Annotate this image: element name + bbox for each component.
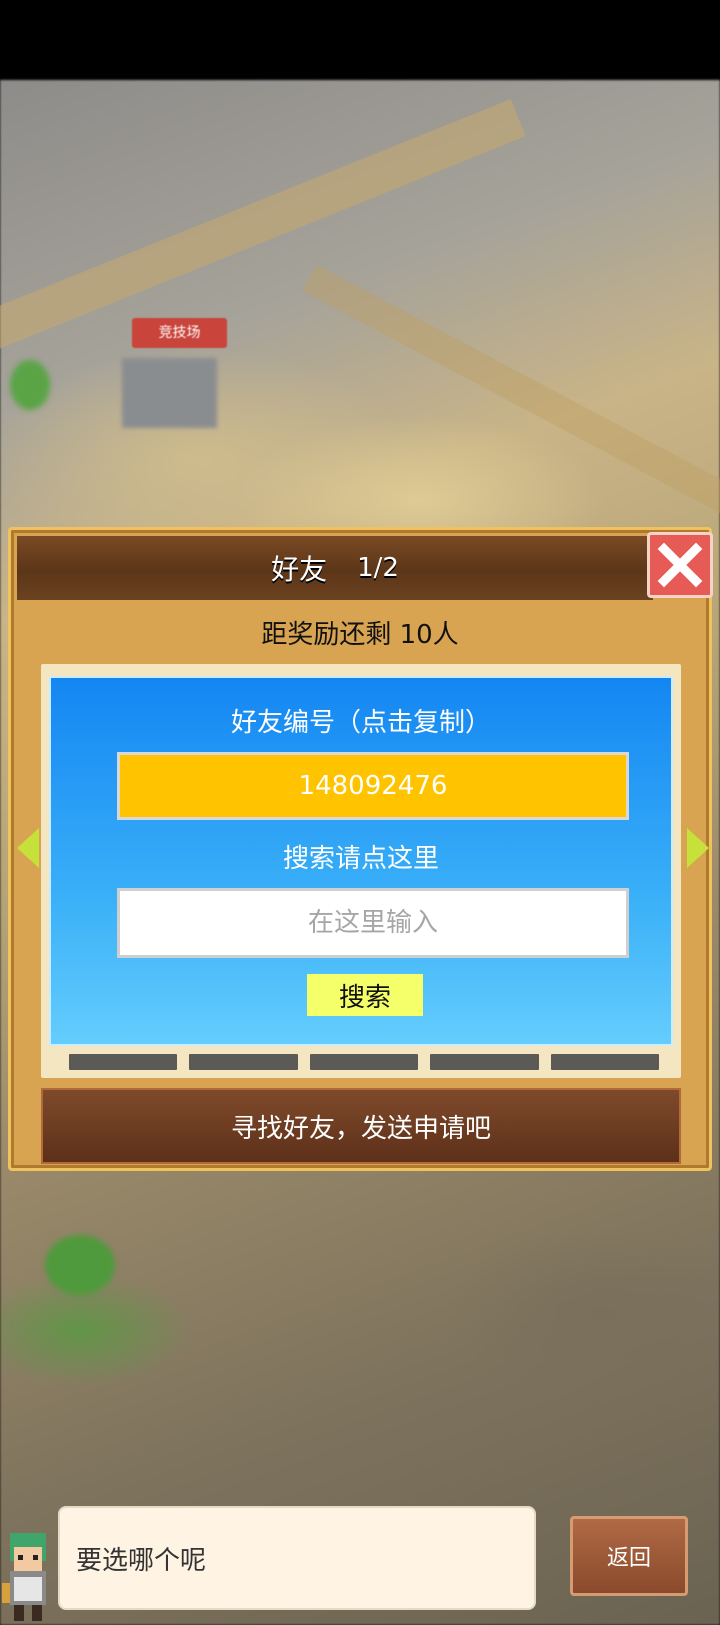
friend-search-panel: 好友编号（点击复制） 148092476 搜索请点这里 搜索 [49,676,673,1046]
back-button[interactable]: 返回 [570,1516,688,1596]
reward-progress-text: 距奖励还剩 10人 [261,620,459,650]
advisor-avatar [2,1533,46,1621]
arrow-left-icon[interactable] [17,828,39,868]
status-bar [0,0,720,80]
dialog-title: 好友 [271,553,328,586]
page-tab[interactable] [550,1054,660,1070]
speech-bubble: 要选哪个呢 [58,1506,536,1610]
friend-id-label: 好友编号（点击复制） [230,708,491,738]
map-tree [45,1235,115,1295]
friend-panel-frame: 好友编号（点击复制） 148092476 搜索请点这里 搜索 [41,664,681,1078]
search-input[interactable] [117,888,629,958]
search-button[interactable]: 搜索 [307,974,423,1016]
find-friends-banner: 寻找好友，发送申请吧 [41,1088,681,1164]
close-button[interactable] [647,532,713,598]
map-tree [10,360,50,410]
arrow-right-icon[interactable] [687,828,709,868]
page-tab[interactable] [309,1054,419,1070]
page-tab-bar [69,1054,660,1070]
friends-dialog: 好友 1/2 距奖励还剩 10人 好友编号（点击复制） 148092476 搜索… [8,527,713,1171]
page-indicator: 1/2 [357,553,399,583]
page-tab[interactable] [430,1054,539,1070]
dialog-header: 好友 1/2 [17,536,653,600]
search-label: 搜索请点这里 [282,844,439,874]
page-tab[interactable] [69,1054,178,1070]
close-icon [657,542,703,588]
friend-id-copy-button[interactable]: 148092476 [117,752,629,820]
arena-sign: 竞技场 [132,318,227,348]
page-tab[interactable] [189,1054,298,1070]
arena-building [122,358,217,428]
